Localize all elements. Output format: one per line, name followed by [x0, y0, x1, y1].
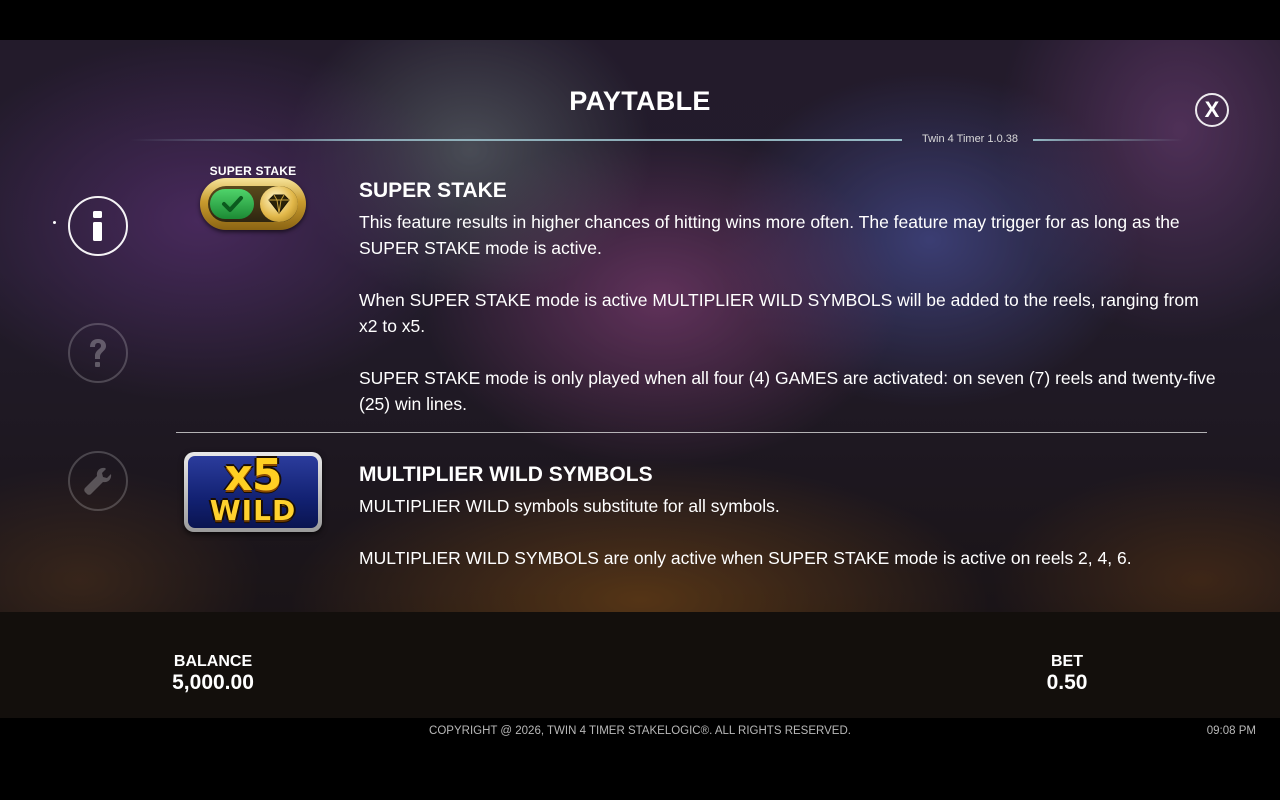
bet-label: BET: [1051, 653, 1083, 670]
header-divider-left: [130, 139, 902, 141]
clock: 09:08 PM: [1206, 725, 1256, 737]
toggle-track: [208, 186, 298, 222]
close-icon: X: [1204, 97, 1220, 122]
header-divider-right: [1033, 139, 1183, 141]
toggle-knob: [260, 186, 298, 222]
super-stake-paragraph-2: When SUPER STAKE mode is active MULTIPLI…: [359, 290, 1199, 336]
balance-value: 5,000.00: [172, 671, 254, 694]
wrench-icon: [84, 467, 112, 495]
super-stake-paragraph-3: SUPER STAKE mode is only played when all…: [359, 368, 1216, 414]
question-icon: [90, 339, 106, 367]
balance-label: BALANCE: [173, 653, 253, 670]
active-indicator: [53, 221, 56, 224]
info-button[interactable]: [68, 196, 128, 256]
help-button[interactable]: [68, 323, 128, 383]
multiplier-wild-heading: MULTIPLIER WILD SYMBOLS: [359, 463, 653, 486]
section-divider: [176, 432, 1207, 433]
wild-word-text: WILD: [209, 494, 297, 527]
toggle-on-segment: [210, 189, 254, 219]
settings-button[interactable]: [68, 451, 128, 511]
page-title: PAYTABLE: [569, 86, 711, 116]
bet-value: 0.50: [1046, 671, 1088, 694]
x5-wild-symbol: x5 WILD: [184, 450, 322, 532]
super-stake-badge-label: SUPER STAKE: [209, 164, 297, 178]
version-label: Twin 4 Timer 1.0.38: [922, 133, 1018, 145]
super-stake-heading: SUPER STAKE: [359, 179, 507, 202]
super-stake-toggle-image: [200, 178, 306, 230]
diamond-icon: [268, 194, 290, 214]
super-stake-paragraph-1: This feature results in higher chances o…: [359, 212, 1180, 258]
wild-symbol-face: x5 WILD: [188, 450, 318, 528]
paytable-panel: PAYTABLE X Twin 4 Timer 1.0.38 SUPER STA…: [0, 0, 1280, 612]
close-button[interactable]: X: [1195, 93, 1229, 127]
info-icon: [93, 211, 102, 241]
copyright-text: COPYRIGHT @ 2026, TWIN 4 TIMER STAKELOGI…: [429, 725, 851, 737]
multiplier-wild-paragraph-1: MULTIPLIER WILD symbols substitute for a…: [359, 496, 780, 516]
multiplier-wild-paragraph-2: MULTIPLIER WILD SYMBOLS are only active …: [359, 548, 1132, 568]
checkmark-icon: [222, 196, 243, 212]
